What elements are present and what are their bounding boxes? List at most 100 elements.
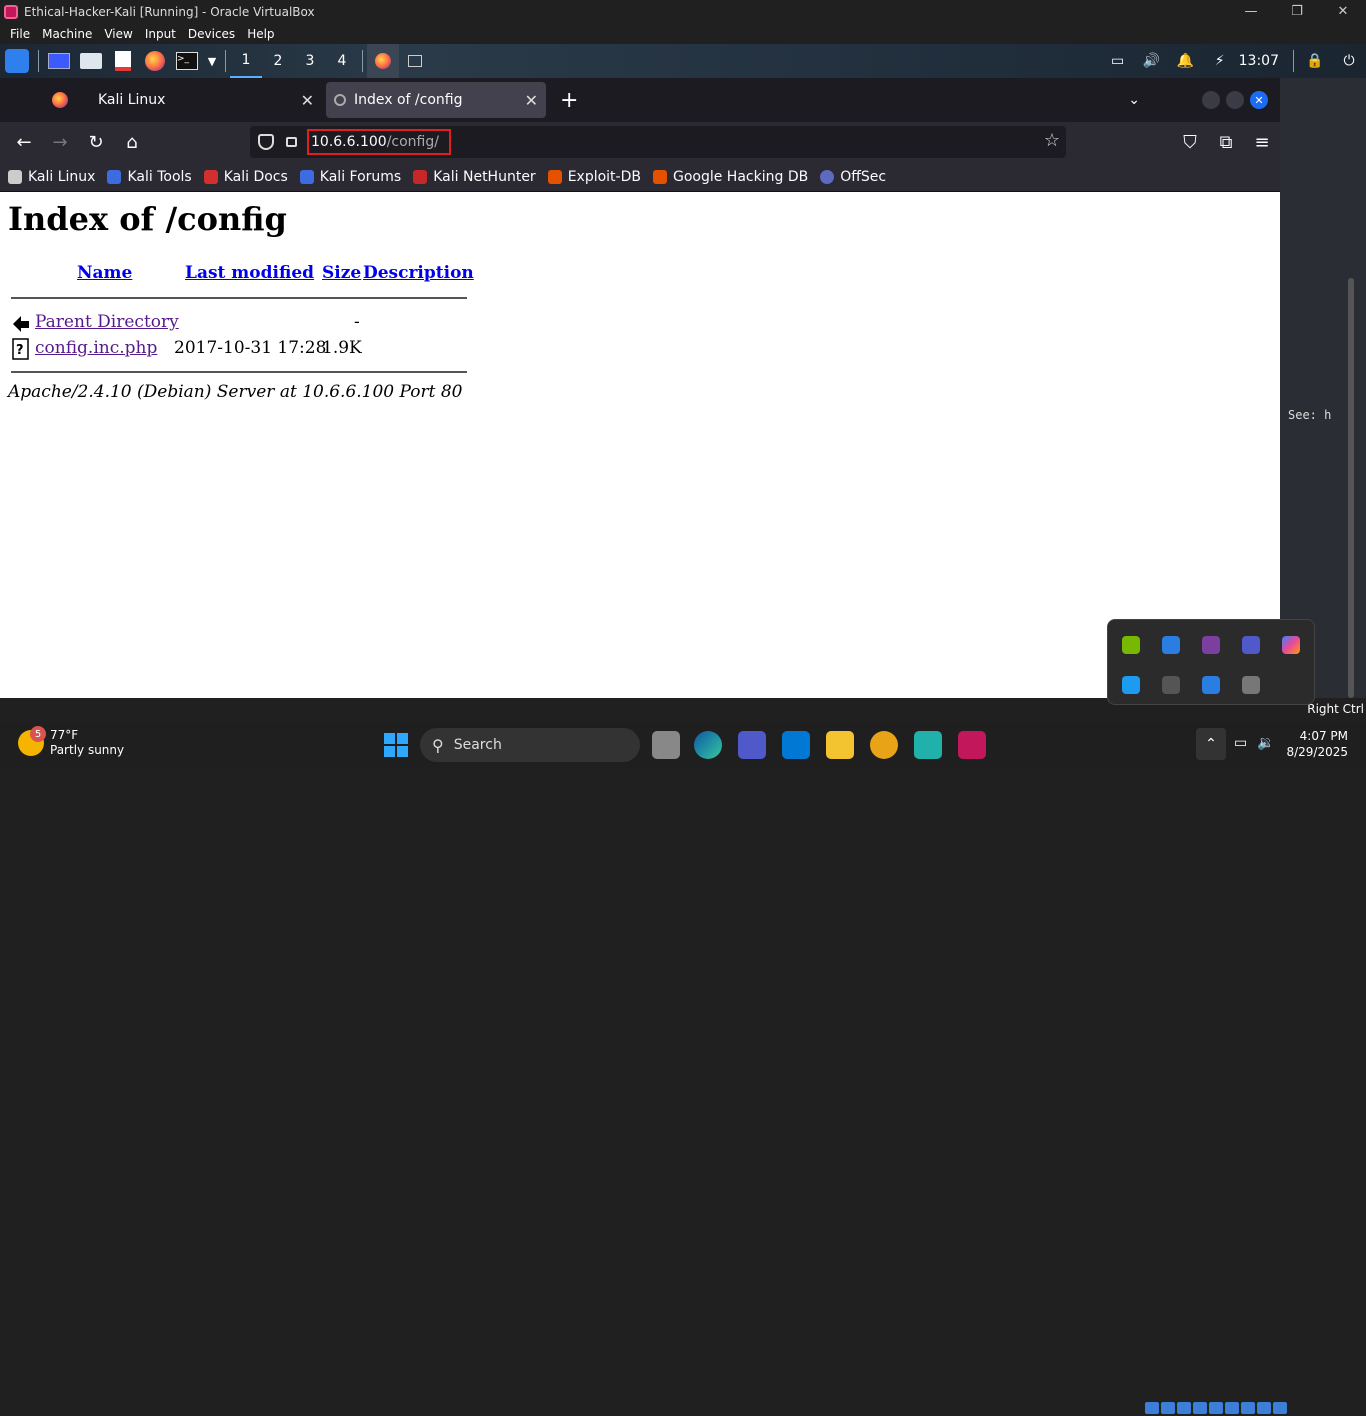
taskbar-search[interactable]: ⚲ Search: [420, 728, 640, 762]
chevron-down-icon[interactable]: ▼: [203, 44, 221, 78]
cpu-icon[interactable]: [1257, 1402, 1271, 1414]
kali-menu-icon[interactable]: [0, 44, 34, 78]
file-manager-icon[interactable]: [75, 44, 107, 78]
close-button[interactable]: ✕: [1320, 0, 1366, 23]
address-bar[interactable]: 10.6.6.100/config/ ☆: [250, 126, 1066, 158]
tab-close-icon[interactable]: ✕: [525, 91, 538, 110]
teams-icon[interactable]: [1242, 636, 1260, 654]
optical-icon[interactable]: [1161, 1402, 1175, 1414]
config-inc-php-link[interactable]: config.inc.php: [35, 338, 157, 358]
tab-index-config[interactable]: Index of /config ✕: [326, 82, 546, 118]
security-alert-icon[interactable]: [1202, 676, 1220, 694]
back-arrow-icon[interactable]: ←: [6, 126, 42, 158]
bookmark-kali-linux[interactable]: Kali Linux: [8, 169, 95, 185]
virtualbox-taskbar-icon[interactable]: [958, 731, 986, 759]
defender-shield-icon[interactable]: [1162, 636, 1180, 654]
store-icon[interactable]: [782, 731, 810, 759]
display-icon[interactable]: [1225, 1402, 1239, 1414]
lock-screen-icon[interactable]: 🔒: [1298, 44, 1332, 78]
menu-file[interactable]: File: [4, 27, 36, 41]
volume-icon[interactable]: 🔊: [1135, 44, 1169, 78]
usb-eject-icon[interactable]: [1162, 676, 1180, 694]
usb-icon[interactable]: [1193, 1402, 1207, 1414]
url-host[interactable]: 10.6.6.100: [311, 134, 387, 150]
minimize-window-button[interactable]: [1202, 91, 1220, 109]
menu-machine[interactable]: Machine: [36, 27, 98, 41]
teams-taskbar-icon[interactable]: [738, 731, 766, 759]
bookmark-star-icon[interactable]: ☆: [1044, 130, 1060, 151]
minimize-button[interactable]: —: [1228, 0, 1274, 23]
file-explorer-icon[interactable]: [826, 731, 854, 759]
clock-app-icon[interactable]: [870, 731, 898, 759]
taskbar-terminal-window-icon[interactable]: [399, 44, 431, 78]
kaspersky-icon[interactable]: [1122, 676, 1140, 694]
desktop-icon[interactable]: [43, 44, 75, 78]
vmware-icon[interactable]: [914, 731, 942, 759]
tracking-shield-icon[interactable]: [258, 134, 274, 150]
notification-bell-icon[interactable]: 🔔: [1169, 44, 1203, 78]
shared-folder-icon[interactable]: [1209, 1402, 1223, 1414]
logout-icon[interactable]: ⏻: [1332, 44, 1366, 78]
mouse-integration-icon[interactable]: [1273, 1402, 1287, 1414]
close-window-button[interactable]: ✕: [1250, 91, 1268, 109]
copilot-icon[interactable]: [1282, 636, 1300, 654]
workspace-3[interactable]: 3: [294, 44, 326, 78]
kali-clock[interactable]: 13:07: [1237, 53, 1289, 69]
bookmark-google-hacking-db[interactable]: Google Hacking DB: [652, 169, 808, 185]
hdd-icon[interactable]: [1145, 1402, 1159, 1414]
url-path[interactable]: /config/: [387, 134, 439, 150]
bookmark-kali-docs[interactable]: Kali Docs: [203, 169, 288, 185]
task-view-icon[interactable]: [652, 731, 680, 759]
chevron-up-icon[interactable]: ⌃: [1196, 728, 1226, 760]
menu-view[interactable]: View: [98, 27, 138, 41]
maximize-window-button[interactable]: [1226, 91, 1244, 109]
parent-directory-link[interactable]: Parent Directory: [35, 312, 179, 332]
bookmark-exploit-db[interactable]: Exploit-DB: [547, 169, 641, 185]
network-adapter-icon[interactable]: [1177, 1402, 1191, 1414]
sort-by-description-link[interactable]: Description: [363, 263, 474, 283]
sort-by-size-link[interactable]: Size: [322, 263, 361, 283]
workspace-2[interactable]: 2: [262, 44, 294, 78]
restore-button[interactable]: ❐: [1274, 0, 1320, 23]
pocket-icon[interactable]: ⛉: [1172, 126, 1208, 158]
nvidia-icon[interactable]: [1122, 636, 1140, 654]
workspace-1[interactable]: 1: [230, 44, 262, 78]
list-all-tabs-icon[interactable]: ⌄: [1128, 92, 1140, 108]
tab-close-icon[interactable]: ✕: [301, 91, 314, 110]
hamburger-menu-icon[interactable]: ≡: [1244, 126, 1280, 158]
edge-icon[interactable]: [694, 731, 722, 759]
taskbar-clock[interactable]: 4:07 PM 8/29/2025: [1286, 728, 1348, 760]
onedrive-offline-icon[interactable]: [1242, 676, 1260, 694]
firefox-view-icon[interactable]: [52, 92, 68, 108]
menu-devices[interactable]: Devices: [182, 27, 241, 41]
bookmark-offsec[interactable]: OffSec: [820, 169, 886, 185]
text-editor-icon[interactable]: [107, 44, 139, 78]
taskbar-firefox-window-icon[interactable]: [367, 44, 399, 78]
recording-icon[interactable]: [1241, 1402, 1255, 1414]
bookmark-kali-nethunter[interactable]: Kali NetHunter: [413, 169, 536, 185]
network-icon[interactable]: ▭: [1101, 44, 1135, 78]
terminal-scrollbar[interactable]: [1348, 278, 1354, 698]
speaker-tray-icon[interactable]: 🔉: [1257, 735, 1274, 751]
weather-widget[interactable]: 5 77°F Partly sunny: [18, 726, 124, 758]
start-button[interactable]: [384, 733, 408, 757]
insecure-lock-icon[interactable]: [286, 137, 297, 147]
home-icon[interactable]: ⌂: [114, 126, 150, 158]
reload-icon[interactable]: ↻: [78, 126, 114, 158]
terminal-launcher-icon[interactable]: >_: [171, 44, 203, 78]
tab-kali-linux[interactable]: Kali Linux ✕: [90, 82, 322, 118]
menu-input[interactable]: Input: [139, 27, 182, 41]
firefox-launcher-icon[interactable]: [139, 44, 171, 78]
new-tab-button[interactable]: +: [560, 88, 578, 113]
forward-arrow-icon[interactable]: →: [42, 126, 78, 158]
menu-help[interactable]: Help: [241, 27, 280, 41]
sort-by-modified-link[interactable]: Last modified: [185, 263, 314, 283]
power-indicator-icon[interactable]: ⚡: [1203, 44, 1237, 78]
workspace-4[interactable]: 4: [326, 44, 358, 78]
extensions-icon[interactable]: ⧉: [1208, 126, 1244, 158]
sort-by-name-link[interactable]: Name: [77, 263, 132, 283]
onenote-icon[interactable]: [1202, 636, 1220, 654]
bookmark-kali-tools[interactable]: Kali Tools: [107, 169, 192, 185]
bookmark-kali-forums[interactable]: Kali Forums: [299, 169, 401, 185]
network-tray-icon[interactable]: ▭: [1234, 735, 1247, 751]
